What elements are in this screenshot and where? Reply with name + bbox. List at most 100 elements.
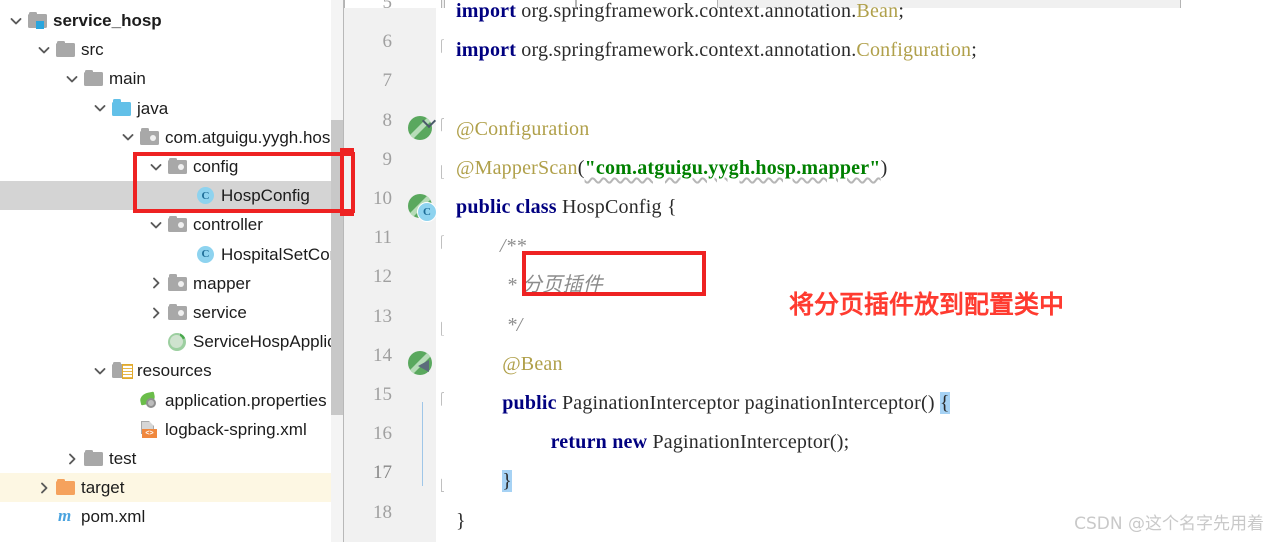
code-token: } xyxy=(502,470,512,493)
chevron-right-icon[interactable] xyxy=(148,305,164,321)
tree-item-application-properties[interactable]: application.properties xyxy=(0,386,344,415)
line-number-14[interactable]: 14 xyxy=(348,345,392,367)
editor-line-number-gutter[interactable]: 5678910111213141516171819 xyxy=(344,0,400,542)
line-number-8[interactable]: 8 xyxy=(348,110,393,132)
chevron-down-icon[interactable] xyxy=(92,100,108,116)
code-token: org.springframework.context.annotation. xyxy=(516,39,857,62)
tree-item-service-hosp[interactable]: service_hosp xyxy=(0,6,340,35)
package-icon xyxy=(140,128,160,146)
chevron-right-icon[interactable] xyxy=(64,451,80,467)
chevron-down-icon[interactable] xyxy=(92,363,108,379)
annotation-box-gutter-marker xyxy=(340,148,354,216)
spring-properties-icon xyxy=(139,391,160,409)
code-line-9[interactable]: @MapperScan("com.atguigu.yygh.hosp.mappe… xyxy=(456,149,887,188)
spring-bean-navigate-gutter-icon[interactable] xyxy=(408,350,434,377)
code-line-13[interactable]: */ xyxy=(507,306,523,345)
chevron-down-icon[interactable] xyxy=(120,129,136,145)
project-tree-panel[interactable]: service_hospsrc main java com.atguigu.yygh.… xyxy=(0,0,344,542)
code-line-10[interactable]: public class HospConfig { xyxy=(456,188,677,227)
line-number-16[interactable]: 16 xyxy=(348,423,392,445)
code-line-6[interactable]: import org.springframework.context.annot… xyxy=(456,31,977,70)
tree-item-label: pom.xml xyxy=(81,507,146,527)
chevron-down-icon[interactable] xyxy=(64,71,80,87)
tree-item-label: logback-spring.xml xyxy=(165,419,307,439)
tree-item-label: resources xyxy=(137,361,212,381)
folder-icon xyxy=(84,69,104,87)
line-number-5[interactable]: 5 xyxy=(348,0,393,14)
line-number-18[interactable]: 18 xyxy=(348,502,392,524)
tree-item-label: main xyxy=(109,69,146,89)
tree-item-label: controller xyxy=(193,215,263,235)
code-token: ) xyxy=(880,156,888,179)
tree-item-com-atguigu-yygh-hosp[interactable]: com.atguigu.yygh.hosp xyxy=(0,123,344,152)
chevron-down-icon[interactable] xyxy=(36,42,52,58)
code-line-16[interactable]: return new PaginationInterceptor(); xyxy=(551,423,850,462)
code-token: { xyxy=(939,392,950,414)
tree-item-src[interactable]: src xyxy=(0,35,344,64)
chevron-right-icon[interactable] xyxy=(148,275,164,291)
folder-icon xyxy=(84,449,104,467)
tree-item-java[interactable]: java xyxy=(0,94,344,123)
line-number-7[interactable]: 7 xyxy=(348,70,393,92)
tree-item-label: mapper xyxy=(193,273,251,293)
tree-item-logback-spring-xml[interactable]: <> logback-spring.xml xyxy=(0,415,344,444)
code-token: new xyxy=(612,431,648,454)
tree-item-main[interactable]: main xyxy=(0,64,344,93)
tree-item-label: ServiceHospApplic xyxy=(193,332,336,352)
code-token: @Bean xyxy=(502,352,563,375)
tree-item-target[interactable]: target xyxy=(0,473,344,503)
tree-item-test[interactable]: test xyxy=(0,444,344,473)
tree-item-pom-xml[interactable]: m pom.xml xyxy=(0,502,344,531)
line-number-6[interactable]: 6 xyxy=(348,31,393,53)
tree-item-label: src xyxy=(81,40,104,60)
code-token: class xyxy=(515,196,557,218)
line-number-11[interactable]: 11 xyxy=(348,227,392,249)
chevron-down-icon[interactable] xyxy=(8,13,24,29)
spring-bean-gutter-icon[interactable] xyxy=(408,115,434,142)
code-line-17[interactable]: } xyxy=(502,462,512,501)
line-number-15[interactable]: 15 xyxy=(348,384,392,406)
tree-item-servicehospapplic[interactable]: ServiceHospApplic xyxy=(0,327,344,356)
spring-class-gutter-icon[interactable]: C xyxy=(408,194,437,222)
tree-item-mapper[interactable]: mapper xyxy=(0,269,344,298)
code-token: ( xyxy=(577,156,585,179)
code-line-14[interactable]: @Bean xyxy=(502,345,563,384)
tree-item-service[interactable]: service xyxy=(0,298,344,327)
code-token: @Configuration xyxy=(456,117,590,140)
package-icon xyxy=(168,215,188,233)
code-token: HospConfig xyxy=(561,196,662,218)
tree-item-label: HospitalSetCon xyxy=(221,244,340,264)
code-token: "com.atguigu.yygh.hosp.mapper" xyxy=(584,156,881,179)
chevron-down-icon[interactable] xyxy=(148,217,164,233)
tree-item-label: service_hosp xyxy=(53,11,162,30)
code-token: Bean xyxy=(856,0,899,22)
code-line-8[interactable]: @Configuration xyxy=(456,110,589,149)
line-number-12[interactable]: 12 xyxy=(348,266,392,288)
folder-icon xyxy=(56,40,76,58)
tree-item-label: com.atguigu.yygh.hosp xyxy=(165,127,340,147)
code-editor[interactable]: 5678910111213141516171819 C import org.s… xyxy=(344,0,1276,542)
code-token: { xyxy=(666,196,677,218)
code-line-5[interactable]: import org.springframework.context.annot… xyxy=(456,0,904,31)
tree-item-label: test xyxy=(109,449,137,468)
code-token: import xyxy=(456,0,517,22)
maven-pom-icon: m xyxy=(58,506,72,526)
annotation-note-text: 将分页插件放到配置类中 xyxy=(789,290,1065,319)
tree-item-resources[interactable]: resources xyxy=(0,356,344,385)
tree-item-label: service xyxy=(193,303,247,322)
line-number-17[interactable]: 17 xyxy=(348,462,392,484)
chevron-right-icon[interactable] xyxy=(36,480,52,496)
code-token: @MapperScan xyxy=(456,156,578,179)
line-number-13[interactable]: 13 xyxy=(348,306,392,328)
tree-item-hospitalsetcon[interactable]: C HospitalSetCon xyxy=(0,240,344,269)
code-line-15[interactable]: public PaginationInterceptor paginationI… xyxy=(502,384,950,423)
source-folder-icon xyxy=(112,99,132,117)
code-line-18[interactable]: } xyxy=(456,502,466,541)
tree-item-label: target xyxy=(81,478,125,498)
tree-item-controller[interactable]: controller xyxy=(0,210,344,239)
